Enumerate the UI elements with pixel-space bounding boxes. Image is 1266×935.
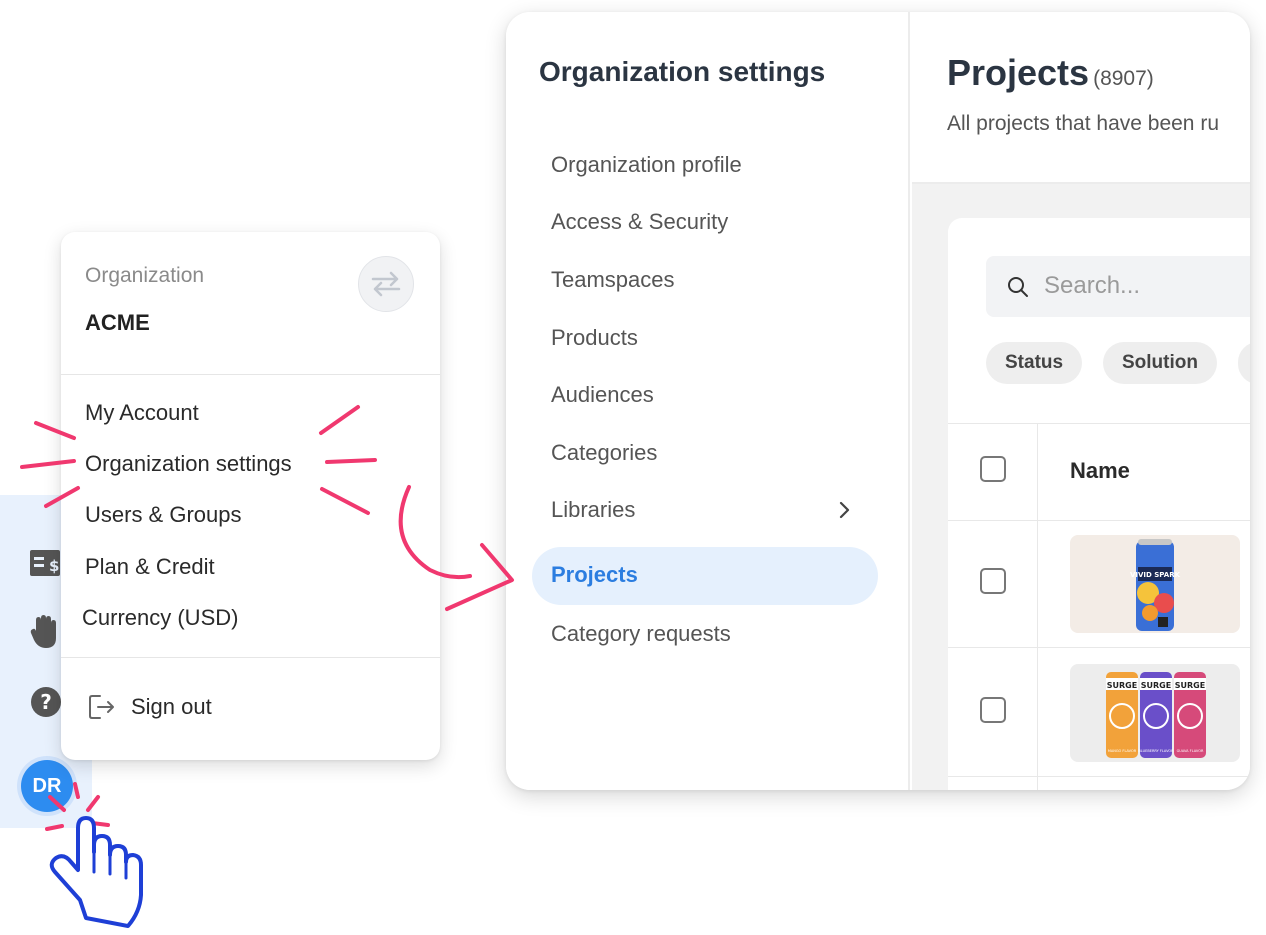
column-divider — [1037, 423, 1038, 790]
avatar-initials: DR — [32, 774, 62, 797]
svg-text:$: $ — [49, 557, 59, 575]
nav-products[interactable]: Products — [551, 325, 638, 351]
swap-arrows-icon — [371, 271, 401, 297]
nav-organization-profile[interactable]: Organization profile — [551, 152, 742, 178]
chevron-right-icon — [839, 501, 850, 519]
project-thumbnail[interactable]: SURGE SURGE SURGE MANGO FLAVOR BLUEBERRY… — [1070, 664, 1240, 762]
table-divider — [948, 776, 1250, 777]
settings-window: Organization settings Organization profi… — [506, 12, 1250, 790]
menu-item-organization-settings[interactable]: Organization settings — [85, 451, 292, 477]
divider — [61, 374, 440, 375]
nav-projects-label: Projects — [551, 562, 638, 587]
filter-chip-status[interactable]: Status — [986, 342, 1083, 384]
account-dropdown: Organization ACME My Account Organizatio… — [61, 232, 440, 760]
sign-out-icon — [89, 695, 114, 719]
search-input[interactable]: Search... — [986, 256, 1250, 317]
filter-chip-more[interactable] — [1238, 342, 1250, 384]
projects-card: Search... Status Solution Name VIVID SPA… — [948, 218, 1250, 790]
column-header-name[interactable]: Name — [1070, 458, 1130, 484]
search-placeholder: Search... — [1044, 272, 1141, 299]
page-title: Projects (8907) — [947, 52, 1154, 94]
menu-item-my-account[interactable]: My Account — [85, 400, 199, 426]
filter-chip-solution[interactable]: Solution — [1103, 342, 1217, 384]
thumb-flavor: MANGO FLAVOR — [1108, 749, 1137, 753]
menu-item-currency[interactable]: Currency (USD) — [82, 605, 238, 631]
nav-categories[interactable]: Categories — [551, 440, 657, 466]
settings-title: Organization settings — [539, 56, 826, 87]
nav-libraries[interactable]: Libraries — [551, 497, 635, 523]
thumb-label: SURGE — [1175, 681, 1205, 690]
thumb-flavor: BLUEBERRY FLAVOR — [1138, 749, 1174, 753]
project-count: (8907) — [1093, 67, 1154, 90]
table-divider — [948, 423, 1250, 424]
divider — [61, 657, 440, 658]
nav-audiences[interactable]: Audiences — [551, 382, 654, 408]
main-panel: Projects (8907) All projects that have be… — [912, 12, 1250, 790]
help-icon[interactable]: ? — [28, 684, 64, 720]
arrow-head — [445, 543, 514, 611]
billing-icon[interactable]: $ — [28, 545, 64, 581]
table-divider — [948, 520, 1250, 521]
hand-icon[interactable] — [28, 614, 64, 650]
main-header: Projects (8907) All projects that have be… — [912, 12, 1250, 184]
search-icon — [1008, 277, 1028, 297]
row-checkbox[interactable] — [980, 697, 1006, 723]
org-name: ACME — [85, 310, 150, 335]
thumb-flavor: GUAVA FLAVOR — [1177, 749, 1204, 753]
org-label: Organization — [85, 264, 205, 287]
thumb-label: SURGE — [1107, 681, 1137, 690]
page-subtitle: All projects that have been ru — [947, 112, 1219, 135]
thumb-label: SURGE — [1141, 681, 1171, 690]
nav-projects[interactable]: Projects — [532, 547, 878, 605]
pointer-hand-icon — [49, 816, 143, 928]
switch-org-button[interactable] — [358, 256, 414, 312]
project-thumbnail[interactable]: VIVID SPARK — [1070, 535, 1240, 633]
select-all-checkbox[interactable] — [980, 456, 1006, 482]
settings-sidebar: Organization settings Organization profi… — [506, 12, 910, 790]
row-checkbox[interactable] — [980, 568, 1006, 594]
menu-item-users-groups[interactable]: Users & Groups — [85, 502, 242, 528]
nav-teamspaces[interactable]: Teamspaces — [551, 267, 675, 293]
nav-category-requests[interactable]: Category requests — [551, 621, 731, 647]
avatar[interactable]: DR — [21, 760, 73, 812]
sign-out-button[interactable]: Sign out — [87, 692, 212, 722]
sign-out-label: Sign out — [131, 694, 212, 719]
menu-item-plan-credit[interactable]: Plan & Credit — [85, 554, 215, 580]
page-title-text: Projects — [947, 52, 1090, 93]
nav-access-security[interactable]: Access & Security — [551, 209, 728, 235]
thumb-label: VIVID SPARK — [1130, 571, 1181, 579]
table-divider — [948, 647, 1250, 648]
svg-text:?: ? — [40, 690, 52, 714]
